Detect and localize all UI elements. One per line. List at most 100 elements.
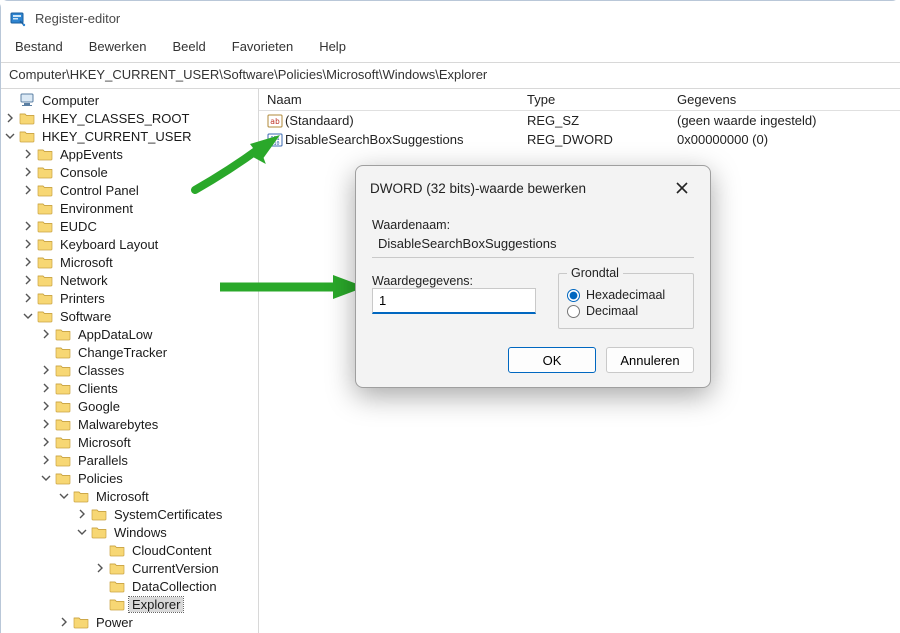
value-data-input[interactable] <box>372 288 536 314</box>
chevron-right-icon[interactable] <box>23 239 37 249</box>
tree-item[interactable]: AppDataLow <box>1 325 258 343</box>
chevron-right-icon[interactable] <box>23 293 37 303</box>
close-button[interactable] <box>666 176 698 200</box>
tree-item[interactable]: Printers <box>1 289 258 307</box>
chevron-right-icon[interactable] <box>23 221 37 231</box>
tree-item[interactable]: AppEvents <box>1 145 258 163</box>
radio-dec-input[interactable] <box>567 305 580 318</box>
tree-item-label: DataCollection <box>129 579 220 594</box>
folder-icon <box>37 201 53 215</box>
dialog-title: DWORD (32 bits)-waarde bewerken <box>370 181 586 196</box>
base-legend: Grondtal <box>567 266 623 280</box>
folder-icon <box>55 435 71 449</box>
chevron-right-icon[interactable] <box>77 509 91 519</box>
tree-item[interactable]: Google <box>1 397 258 415</box>
chevron-right-icon[interactable] <box>23 257 37 267</box>
chevron-right-icon[interactable] <box>23 275 37 285</box>
tree-item[interactable]: EUDC <box>1 217 258 235</box>
tree-item[interactable]: Malwarebytes <box>1 415 258 433</box>
chevron-right-icon[interactable] <box>23 185 37 195</box>
value-data: 0x00000000 (0) <box>669 131 900 148</box>
tree-item[interactable]: Microsoft <box>1 253 258 271</box>
chevron-right-icon[interactable] <box>41 419 55 429</box>
value-row[interactable]: ab(Standaard)REG_SZ(geen waarde ingestel… <box>259 111 900 130</box>
tree-item[interactable]: Clients <box>1 379 258 397</box>
value-name-field[interactable]: DisableSearchBoxSuggestions <box>372 232 694 258</box>
tree-item[interactable]: Microsoft <box>1 487 258 505</box>
tree-pane[interactable]: ComputerHKEY_CLASSES_ROOTHKEY_CURRENT_US… <box>1 89 259 633</box>
tree-item[interactable]: Keyboard Layout <box>1 235 258 253</box>
tree-item-label: Malwarebytes <box>75 417 161 432</box>
tree-item[interactable]: CloudContent <box>1 541 258 559</box>
value-row[interactable]: 011110DisableSearchBoxSuggestionsREG_DWO… <box>259 130 900 149</box>
chevron-down-icon[interactable] <box>77 527 91 537</box>
col-header-data[interactable]: Gegevens <box>669 89 900 110</box>
svg-text:ab: ab <box>270 117 280 126</box>
menu-bewerken[interactable]: Bewerken <box>85 37 151 56</box>
menu-bestand[interactable]: Bestand <box>11 37 67 56</box>
tree-item[interactable]: CurrentVersion <box>1 559 258 577</box>
menu-help[interactable]: Help <box>315 37 350 56</box>
folder-icon <box>37 183 53 197</box>
chevron-right-icon[interactable] <box>23 167 37 177</box>
col-header-type[interactable]: Type <box>519 89 669 110</box>
chevron-right-icon[interactable] <box>95 563 109 573</box>
tree-item[interactable]: Microsoft <box>1 433 258 451</box>
tree-item[interactable]: Software <box>1 307 258 325</box>
chevron-right-icon[interactable] <box>41 383 55 393</box>
tree-item-label: AppDataLow <box>75 327 155 342</box>
chevron-right-icon[interactable] <box>23 149 37 159</box>
tree-item[interactable]: DataCollection <box>1 577 258 595</box>
menubar: Bestand Bewerken Beeld Favorieten Help <box>1 35 900 63</box>
ok-button[interactable]: OK <box>508 347 596 373</box>
cancel-button[interactable]: Annuleren <box>606 347 694 373</box>
tree-item[interactable]: Windows <box>1 523 258 541</box>
address-bar[interactable]: Computer\HKEY_CURRENT_USER\Software\Poli… <box>1 63 900 89</box>
radio-hex-input[interactable] <box>567 289 580 302</box>
tree-item[interactable]: HKEY_CLASSES_ROOT <box>1 109 258 127</box>
chevron-down-icon[interactable] <box>5 131 19 141</box>
col-header-name[interactable]: Naam <box>259 89 519 110</box>
folder-icon <box>55 417 71 431</box>
chevron-down-icon[interactable] <box>59 491 73 501</box>
chevron-right-icon[interactable] <box>41 365 55 375</box>
tree-item[interactable]: HKEY_CURRENT_USER <box>1 127 258 145</box>
folder-icon <box>109 597 125 611</box>
tree-item-label: Explorer <box>129 597 183 612</box>
radio-dec[interactable]: Decimaal <box>567 304 685 318</box>
chevron-right-icon[interactable] <box>41 401 55 411</box>
tree-item[interactable]: Explorer <box>1 595 258 613</box>
tree-item[interactable]: Environment <box>1 199 258 217</box>
tree-item[interactable]: Policies <box>1 469 258 487</box>
chevron-right-icon[interactable] <box>41 329 55 339</box>
tree-item[interactable]: Console <box>1 163 258 181</box>
folder-icon <box>55 453 71 467</box>
tree-item[interactable]: Computer <box>1 91 258 109</box>
tree-item[interactable]: ChangeTracker <box>1 343 258 361</box>
tree-item[interactable]: SystemCertificates <box>1 505 258 523</box>
chevron-right-icon[interactable] <box>5 113 19 123</box>
menu-beeld[interactable]: Beeld <box>169 37 210 56</box>
tree-item[interactable]: Power <box>1 613 258 631</box>
tree-item[interactable]: Classes <box>1 361 258 379</box>
tree-item[interactable]: Control Panel <box>1 181 258 199</box>
chevron-right-icon[interactable] <box>41 437 55 447</box>
folder-icon <box>37 255 53 269</box>
tree-item-label: AppEvents <box>57 147 126 162</box>
chevron-down-icon[interactable] <box>41 473 55 483</box>
chevron-right-icon[interactable] <box>59 617 73 627</box>
menu-favorieten[interactable]: Favorieten <box>228 37 297 56</box>
folder-icon <box>37 273 53 287</box>
folder-icon <box>37 237 53 251</box>
folder-icon <box>73 615 89 629</box>
folder-icon <box>55 399 71 413</box>
chevron-down-icon[interactable] <box>23 311 37 321</box>
chevron-right-icon[interactable] <box>41 455 55 465</box>
tree-item[interactable]: Parallels <box>1 451 258 469</box>
reg-dword-icon: 011110 <box>267 132 283 148</box>
folder-icon <box>55 345 71 359</box>
column-header-row: Naam Type Gegevens <box>259 89 900 111</box>
radio-hex[interactable]: Hexadecimaal <box>567 288 685 302</box>
tree-item[interactable]: Network <box>1 271 258 289</box>
value-type: REG_SZ <box>519 112 669 129</box>
